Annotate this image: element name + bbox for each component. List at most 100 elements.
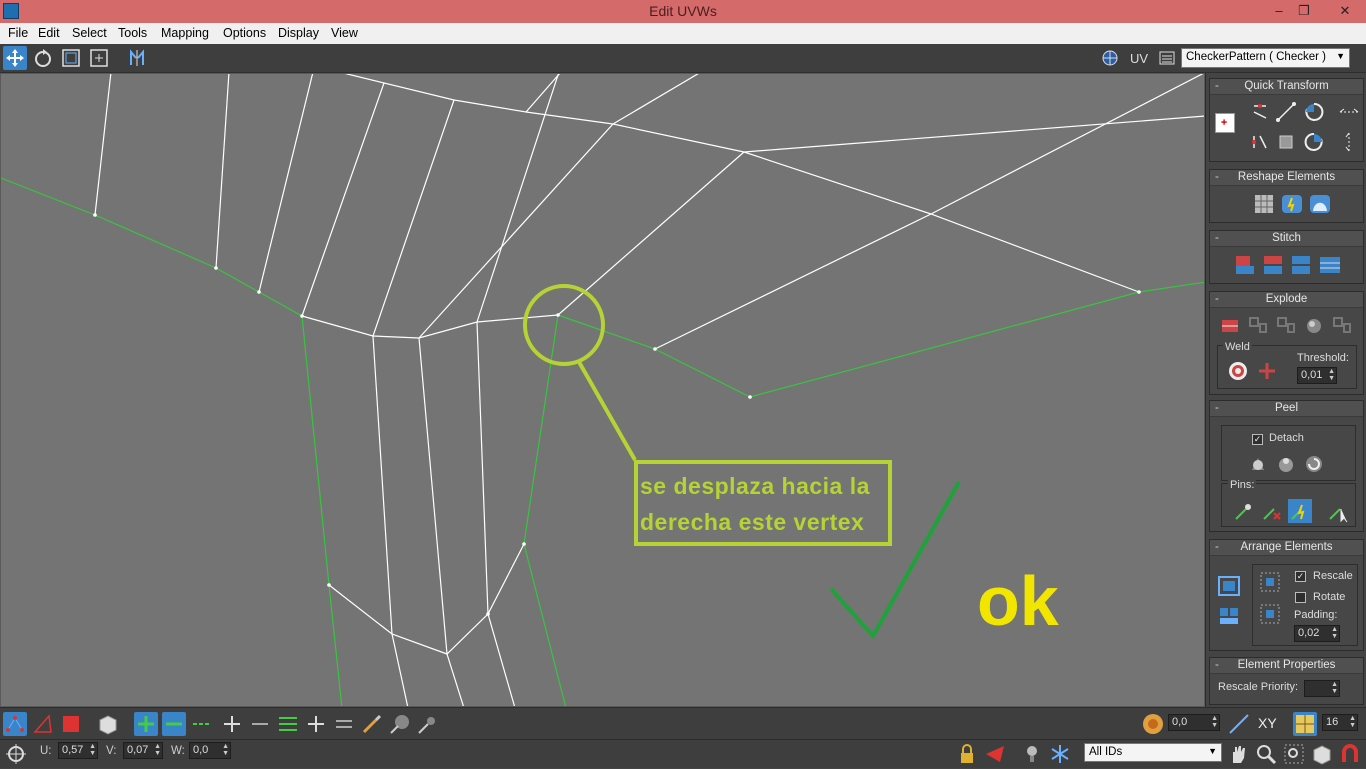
relax-settings-button[interactable]: [1308, 192, 1332, 216]
rotate-checkbox[interactable]: [1295, 592, 1306, 603]
paint-select-button[interactable]: [360, 712, 384, 736]
vertex-mode-button[interactable]: [3, 712, 27, 736]
w-spinner[interactable]: 0,0 ▲ ▼: [189, 742, 231, 759]
polygon-mode-button[interactable]: [59, 712, 83, 736]
align-center-button[interactable]: [1274, 130, 1298, 154]
weld-selected-button[interactable]: [1226, 359, 1250, 383]
explode-by-material-button[interactable]: [1302, 314, 1326, 338]
loop-grow-button[interactable]: [220, 712, 244, 736]
rollout-header-quick-transform[interactable]: - Quick Transform: [1210, 79, 1363, 95]
auto-pin-moved-vertices-button[interactable]: [1288, 499, 1312, 523]
rollout-header-peel[interactable]: - Peel: [1210, 401, 1363, 417]
falloff-type-button[interactable]: [1227, 712, 1251, 736]
stitch-to-source-button[interactable]: [1290, 253, 1314, 277]
weld-target-button[interactable]: [1255, 359, 1279, 383]
menu-file[interactable]: File: [8, 26, 28, 40]
pack-custom-button[interactable]: [1217, 604, 1241, 628]
loop-shrink-button[interactable]: [248, 712, 272, 736]
rotate-minus-90-button[interactable]: [1302, 130, 1326, 154]
straighten-button[interactable]: [1274, 100, 1298, 124]
shrink-selection-button[interactable]: [162, 712, 186, 736]
ring-button[interactable]: [276, 712, 300, 736]
mirror-tool-button[interactable]: [125, 46, 149, 70]
freeze-button[interactable]: [1048, 742, 1072, 766]
edge-mode-button[interactable]: [31, 712, 55, 736]
menu-options[interactable]: Options: [223, 26, 266, 40]
lock-selection-button[interactable]: [955, 742, 979, 766]
rescale-checkbox[interactable]: ✓: [1295, 571, 1306, 582]
relax-button[interactable]: [1280, 192, 1304, 216]
set-pivot-button[interactable]: [1215, 113, 1235, 133]
xy-space-label[interactable]: XY: [1258, 715, 1277, 731]
menu-view[interactable]: View: [331, 26, 358, 40]
explode-custom-button[interactable]: [1330, 314, 1354, 338]
v-spinner[interactable]: 0,07 ▲ ▼: [123, 742, 163, 759]
zoom-button[interactable]: [1254, 742, 1278, 766]
close-button[interactable]: ✕: [1329, 0, 1361, 22]
straighten-selection-button[interactable]: [1252, 192, 1276, 216]
rollout-header-reshape-elements[interactable]: - Reshape Elements: [1210, 170, 1363, 186]
u-spinner[interactable]: 0,57 ▲ ▼: [58, 742, 98, 759]
rollout-header-explode[interactable]: - Explode: [1210, 292, 1363, 308]
absolute-offset-button[interactable]: [4, 742, 28, 766]
space-vertical-button[interactable]: [1337, 130, 1361, 154]
snap-grid-button[interactable]: [1293, 712, 1317, 736]
menu-tools[interactable]: Tools: [118, 26, 147, 40]
pack-normalize-button[interactable]: [1217, 574, 1241, 598]
menu-mapping[interactable]: Mapping: [161, 26, 209, 40]
menu-select[interactable]: Select: [72, 26, 107, 40]
pack-together-button[interactable]: [1258, 570, 1282, 594]
zoom-extents-button[interactable]: [1310, 742, 1334, 766]
menu-edit[interactable]: Edit: [38, 26, 60, 40]
align-horizontal-button[interactable]: [1248, 100, 1272, 124]
soft-selection-button[interactable]: [1141, 712, 1165, 736]
unpin-selected-button[interactable]: [1260, 499, 1284, 523]
falloff-spinner[interactable]: 0,0 ▲ ▼: [1168, 714, 1220, 731]
paint-shrink-button[interactable]: [416, 712, 440, 736]
snap-button[interactable]: [1338, 742, 1362, 766]
grid-size-spinner[interactable]: 16 ▲ ▼: [1322, 714, 1358, 731]
uv-viewport[interactable]: se desplaza hacia la derecha este vertex…: [0, 73, 1205, 707]
menu-display[interactable]: Display: [278, 26, 319, 40]
rollout-header-stitch[interactable]: - Stitch: [1210, 231, 1363, 247]
element-mode-button[interactable]: [96, 712, 120, 736]
rotate-tool-button[interactable]: [31, 46, 55, 70]
rollout-header-arrange-elements[interactable]: - Arrange Elements: [1210, 540, 1363, 556]
stitch-custom-button[interactable]: [1318, 253, 1342, 277]
pelt-map-button[interactable]: [1274, 452, 1298, 476]
scale-tool-button[interactable]: [59, 46, 83, 70]
ids-dropdown[interactable]: All IDs ▼: [1084, 743, 1222, 762]
break-button[interactable]: [1218, 314, 1242, 338]
stitch-to-target-button[interactable]: [1234, 253, 1258, 277]
rotate-plus-90-button[interactable]: [1302, 100, 1326, 124]
pack-normalize-rescale-button[interactable]: [1258, 602, 1282, 626]
checker-display-button[interactable]: [1098, 46, 1122, 70]
minimize-button[interactable]: –: [1266, 0, 1292, 22]
reset-peel-button[interactable]: [1302, 452, 1326, 476]
padding-spinner[interactable]: 0,02 ▲ ▼: [1294, 625, 1340, 642]
texture-dropdown[interactable]: CheckerPattern ( Checker ) ▼: [1181, 48, 1350, 68]
zoom-region-button[interactable]: [1282, 742, 1306, 766]
rollout-header-element-properties[interactable]: - Element Properties: [1210, 658, 1363, 674]
texture-list-button[interactable]: [1155, 46, 1179, 70]
ring-shrink-button[interactable]: [332, 712, 356, 736]
explode-selection-button[interactable]: [1246, 314, 1270, 338]
move-tool-button[interactable]: [3, 46, 27, 70]
grow-selection-button[interactable]: [134, 712, 158, 736]
show-hidden-button[interactable]: [1020, 742, 1044, 766]
ring-grow-button[interactable]: [304, 712, 328, 736]
align-vertical-button[interactable]: [1248, 130, 1272, 154]
threshold-spinner[interactable]: 0,01 ▲ ▼: [1297, 367, 1337, 384]
explode-by-smoothing-button[interactable]: [1274, 314, 1298, 338]
pin-selected-button[interactable]: [1232, 499, 1256, 523]
select-pinned-button[interactable]: [1326, 499, 1350, 523]
freeform-tool-button[interactable]: [87, 46, 111, 70]
rescale-priority-spinner[interactable]: ▲ ▼: [1304, 680, 1340, 697]
space-horizontal-button[interactable]: [1337, 100, 1361, 124]
stitch-to-average-button[interactable]: [1262, 253, 1286, 277]
detach-checkbox[interactable]: ✓: [1252, 434, 1263, 445]
paint-grow-button[interactable]: [388, 712, 412, 736]
restore-button[interactable]: ❐: [1291, 0, 1317, 22]
loop-button[interactable]: [190, 712, 214, 736]
filter-selected-faces-button[interactable]: [983, 742, 1007, 766]
